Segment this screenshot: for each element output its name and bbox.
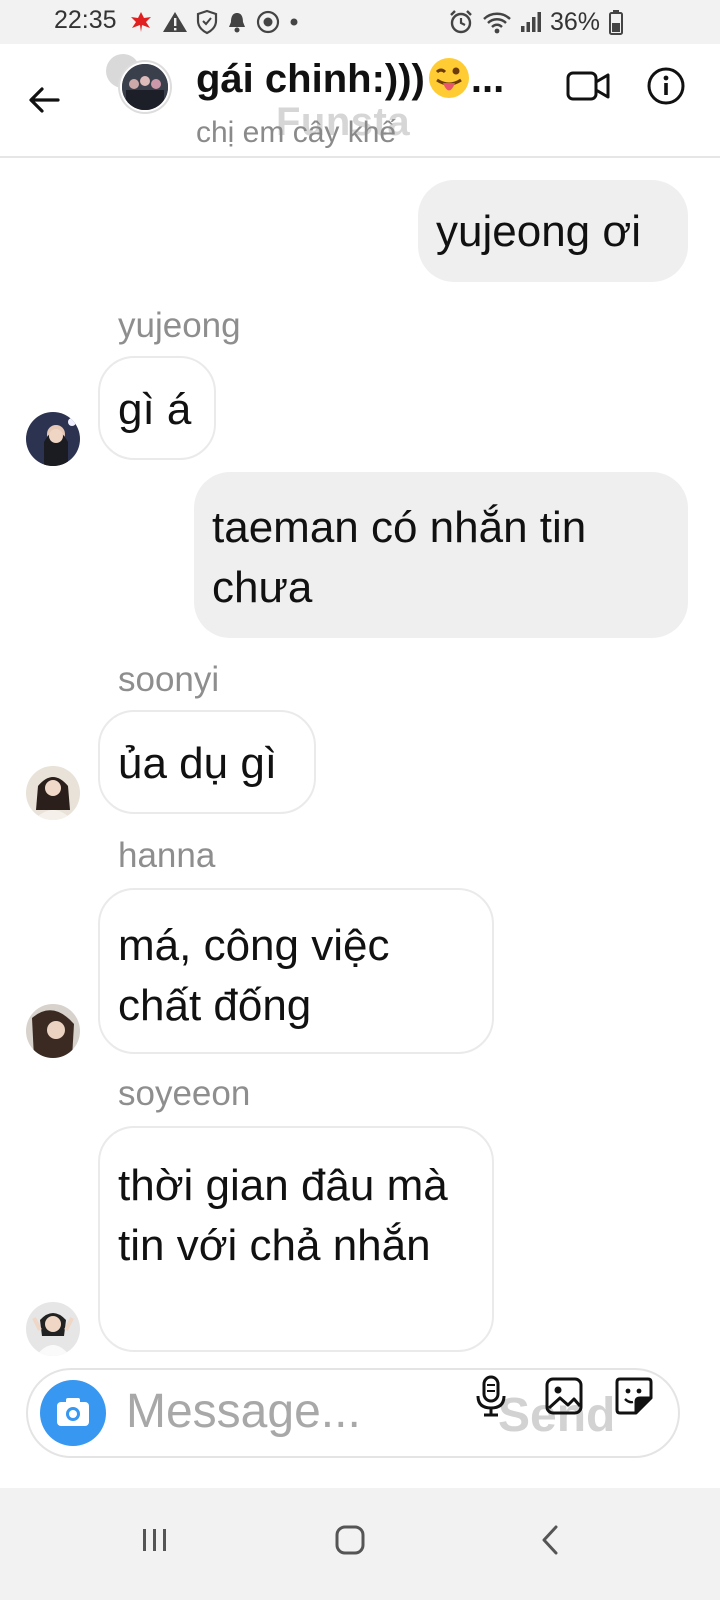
sender-name: yujeong — [118, 306, 241, 345]
status-right-icons: 36% — [448, 6, 624, 38]
alarm-icon — [450, 10, 472, 34]
camera-icon — [57, 1398, 89, 1426]
home-icon[interactable] — [334, 1524, 366, 1556]
recent-apps-icon[interactable] — [140, 1526, 170, 1554]
status-bar: 22:35 36% — [0, 0, 720, 44]
back-arrow-icon[interactable] — [26, 82, 62, 118]
sticker-icon[interactable] — [614, 1376, 654, 1416]
wifi-icon — [483, 12, 511, 34]
notification-app-icon — [131, 12, 151, 32]
battery-icon — [609, 10, 623, 35]
warning-icon — [163, 12, 187, 32]
status-left-icons — [128, 6, 300, 38]
outgoing-message[interactable]: yujeong ơi — [418, 180, 688, 282]
bell-icon — [229, 13, 245, 33]
incoming-message[interactable]: má, công việc chất đống — [98, 888, 494, 1054]
sender-name: soonyi — [118, 660, 220, 699]
avatar[interactable] — [26, 1302, 80, 1356]
avatar[interactable] — [26, 412, 80, 466]
video-call-icon[interactable] — [566, 68, 610, 104]
avatar[interactable] — [26, 766, 80, 820]
chat-title-text: gái chinh:))) — [196, 57, 425, 101]
chat-header: gái chinh:)))... Funsta chị em cây khế — [0, 44, 720, 158]
sender-name: hanna — [118, 836, 216, 875]
dot-icon — [290, 18, 298, 26]
microphone-icon[interactable] — [474, 1374, 508, 1418]
avatar[interactable] — [26, 1004, 80, 1058]
battery-percent: 36% — [549, 7, 600, 36]
group-avatar[interactable] — [120, 62, 170, 112]
signal-icon — [520, 12, 541, 32]
nav-back-icon[interactable] — [540, 1524, 560, 1556]
vpn-icon — [256, 10, 280, 34]
gallery-icon[interactable] — [544, 1376, 584, 1416]
message-composer: Send Message... — [26, 1368, 680, 1458]
info-icon[interactable] — [646, 66, 686, 106]
incoming-message[interactable]: thời gian đâu mà tin với chả nhắn — [98, 1126, 494, 1352]
system-nav-bar — [0, 1488, 720, 1600]
camera-button[interactable] — [40, 1380, 106, 1446]
outgoing-message[interactable]: taeman có nhắn tin chưa — [194, 472, 688, 638]
tongue-emoji-icon — [427, 56, 471, 110]
chat-subtitle: chị em cây khế — [196, 116, 397, 149]
chat-title-ellipsis: ... — [470, 57, 505, 101]
incoming-message[interactable]: ủa dụ gì — [98, 710, 316, 814]
sender-name: soyeeon — [118, 1074, 251, 1113]
shield-icon — [196, 9, 218, 35]
status-time: 22:35 — [54, 6, 117, 34]
incoming-message[interactable]: gì á — [98, 356, 216, 460]
message-input[interactable]: Message... — [126, 1384, 361, 1439]
